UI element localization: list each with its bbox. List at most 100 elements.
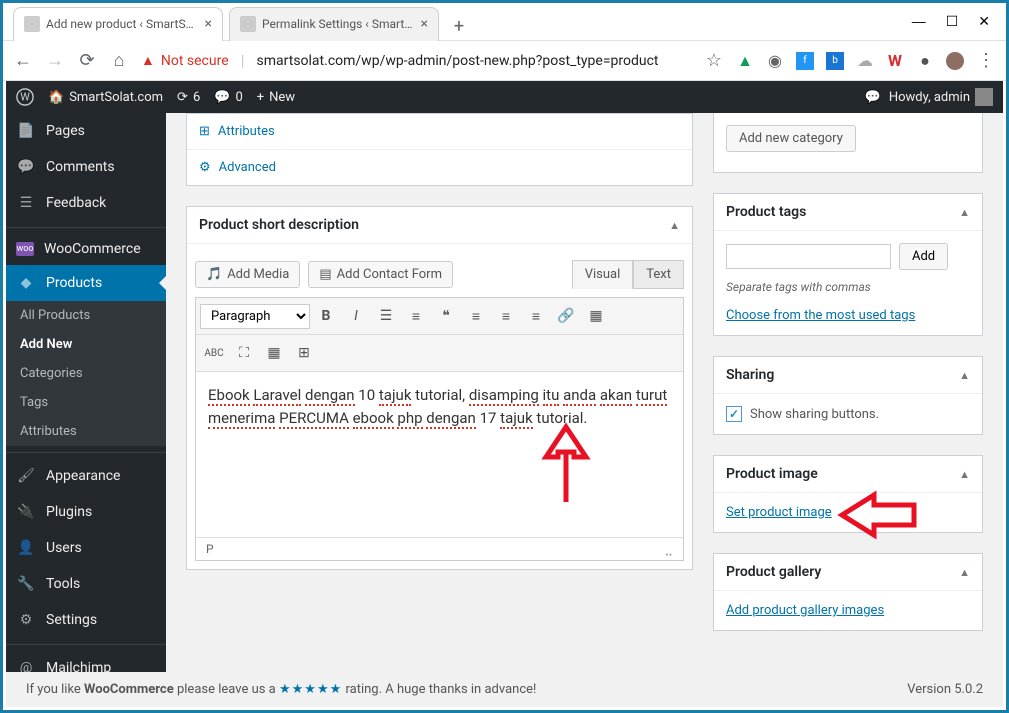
close-button[interactable]: ✕ — [978, 13, 990, 30]
toggle-icon[interactable]: ▲ — [959, 369, 970, 382]
visual-tab[interactable]: Visual — [572, 260, 634, 289]
italic-button[interactable]: I — [342, 302, 370, 330]
menu-tools[interactable]: 🔧Tools — [6, 566, 166, 602]
menu-users[interactable]: 👤Users — [6, 530, 166, 566]
menu-woocommerce[interactable]: wooWooCommerce — [6, 233, 166, 265]
url-field[interactable]: smartsolat.com/wp/wp-admin/post-new.php?… — [257, 53, 692, 69]
fullscreen-button[interactable]: ⛶ — [230, 339, 258, 367]
user-menu[interactable]: Howdy, admin — [889, 88, 993, 106]
toggle-icon[interactable]: ▲ — [959, 206, 970, 219]
submenu-tags[interactable]: Tags — [6, 388, 166, 417]
wp-logo[interactable]: W — [16, 88, 34, 106]
tab-advanced[interactable]: ⚙Advanced — [187, 150, 692, 185]
back-button[interactable]: ← — [13, 50, 33, 71]
toolbar-toggle-button[interactable]: ▦ — [582, 302, 610, 330]
choose-tags-link[interactable]: Choose from the most used tags — [726, 308, 915, 323]
favicon — [240, 16, 256, 32]
new-tab-button[interactable]: + — [445, 13, 473, 41]
woocommerce-icon: woo — [16, 242, 34, 256]
menu-settings[interactable]: ⚙Settings — [6, 602, 166, 638]
add-contact-form-button[interactable]: ▤Add Contact Form — [308, 261, 453, 288]
menu-comments[interactable]: 💬Comments — [6, 149, 166, 185]
updates-link[interactable]: ⟳6 — [177, 90, 200, 105]
plugins-icon: 🔌 — [16, 502, 36, 522]
align-center-button[interactable]: ≡ — [492, 302, 520, 330]
profile-avatar[interactable] — [946, 52, 964, 70]
bold-button[interactable]: B — [312, 302, 340, 330]
submenu-add-new[interactable]: Add New — [6, 330, 166, 359]
add-tag-button[interactable]: Add — [899, 243, 948, 270]
ext-icon[interactable]: ◉ — [766, 52, 784, 70]
ext-icon[interactable]: b — [826, 52, 844, 70]
align-left-button[interactable]: ≡ — [462, 302, 490, 330]
close-icon[interactable]: × — [421, 16, 428, 32]
star-icon[interactable]: ☆ — [704, 50, 724, 71]
menu-appearance[interactable]: 🖌Appearance — [6, 458, 166, 494]
menu-plugins[interactable]: 🔌Plugins — [6, 494, 166, 530]
maximize-button[interactable]: ☐ — [946, 13, 959, 30]
tags-input[interactable] — [726, 244, 891, 269]
rating-link[interactable]: ★★★★★ — [279, 682, 342, 697]
menu-pages[interactable]: 📄Pages — [6, 113, 166, 149]
add-media-button[interactable]: 🎵Add Media — [195, 261, 300, 288]
menu-icon[interactable]: ⋮ — [976, 50, 996, 71]
add-gallery-link[interactable]: Add product gallery images — [726, 603, 884, 618]
box-title: Product tags — [726, 204, 806, 220]
ext-icon[interactable]: f — [796, 52, 814, 70]
link-button[interactable]: 🔗 — [552, 302, 580, 330]
security-indicator[interactable]: ▲ Not secure — [141, 52, 229, 69]
toggle-icon[interactable]: ▲ — [959, 468, 970, 481]
text-tab[interactable]: Text — [633, 260, 684, 289]
submenu-categories[interactable]: Categories — [6, 359, 166, 388]
table-button[interactable]: ▦ — [260, 339, 288, 367]
status-path: P — [206, 542, 214, 556]
refresh-icon: ⟳ — [177, 90, 188, 105]
browser-titlebar: Add new product ‹ SmartSolat.co × Permal… — [3, 3, 1006, 41]
menu-feedback[interactable]: ☰Feedback — [6, 185, 166, 221]
box-title: Product image — [726, 466, 818, 482]
menu-mailchimp[interactable]: @Mailchimp — [6, 650, 166, 672]
strikethrough-button[interactable]: ABC — [200, 339, 228, 367]
admin-menu: 📄Pages 💬Comments ☰Feedback wooWooCommerc… — [6, 113, 166, 672]
forward-button[interactable]: → — [45, 50, 65, 71]
plus-icon: + — [257, 90, 264, 105]
add-category-button[interactable]: Add new category — [726, 125, 856, 152]
menu-products[interactable]: ◆Products — [6, 265, 166, 301]
browser-tab-active[interactable]: Add new product ‹ SmartSolat.co × — [13, 7, 223, 41]
annotation-arrow-left — [834, 490, 919, 540]
reload-button[interactable]: ⟳ — [77, 50, 97, 71]
bullet-list-button[interactable]: ☰ — [372, 302, 400, 330]
resize-handle[interactable]: ⣀ — [664, 542, 673, 556]
close-icon[interactable]: × — [205, 16, 212, 32]
tools-icon: 🔧 — [16, 574, 36, 594]
home-button[interactable]: ⌂ — [109, 50, 129, 71]
submenu-all-products[interactable]: All Products — [6, 301, 166, 330]
numbered-list-button[interactable]: ≡ — [402, 302, 430, 330]
ext-icon[interactable]: W — [886, 52, 904, 70]
more-button[interactable]: ⊞ — [290, 339, 318, 367]
browser-tab[interactable]: Permalink Settings ‹ SmartSolat.c × — [229, 7, 439, 41]
notification-icon[interactable]: 💬 — [865, 90, 881, 105]
page-icon: 📄 — [16, 121, 36, 141]
set-product-image-link[interactable]: Set product image — [726, 505, 832, 520]
submenu-attributes[interactable]: Attributes — [6, 417, 166, 446]
settings-icon: ⚙ — [16, 610, 36, 630]
format-select[interactable]: Paragraph — [200, 304, 310, 329]
new-link[interactable]: +New — [257, 90, 295, 105]
editor-content[interactable]: Ebook Laravel dengan 10 tajuk tutorial, … — [196, 372, 683, 537]
align-right-button[interactable]: ≡ — [522, 302, 550, 330]
site-link[interactable]: 🏠SmartSolat.com — [48, 90, 163, 105]
quote-button[interactable]: ❝ — [432, 302, 460, 330]
ext-icon[interactable]: ▲ — [736, 52, 754, 70]
toggle-icon[interactable]: ▲ — [669, 219, 680, 232]
toggle-icon[interactable]: ▲ — [959, 566, 970, 579]
minimize-button[interactable]: — — [912, 13, 926, 30]
box-title: Product gallery — [726, 564, 821, 580]
ext-icon[interactable]: ● — [916, 52, 934, 70]
footer: If you like WooCommerce please leave us … — [6, 672, 1003, 707]
ext-icon[interactable]: ☁ — [856, 52, 874, 70]
sharing-box: Sharing ▲ ✓ Show sharing buttons. — [713, 356, 983, 435]
comments-link[interactable]: 💬0 — [214, 90, 243, 105]
sharing-checkbox[interactable]: ✓ — [726, 406, 742, 422]
tab-attributes[interactable]: ⊞Attributes — [187, 114, 692, 150]
